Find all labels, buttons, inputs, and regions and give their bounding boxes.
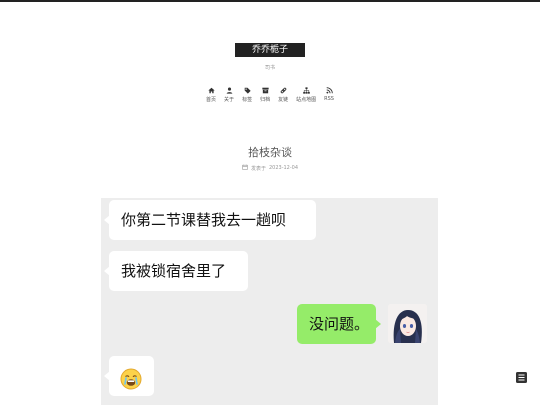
anime-girl-avatar — [388, 304, 427, 343]
chat-bubble-left: 我被锁宿舍里了 — [104, 251, 248, 291]
chat-bubble-left: 你第二节课替我去一趟呗 — [104, 200, 316, 240]
nav-item-tags[interactable]: 标签 — [242, 86, 252, 103]
rss-icon — [326, 86, 333, 94]
post-date: 2023-12-04 — [268, 165, 299, 171]
chat-screenshot: 你第二节课替我去一趟呗 我被锁宿舍里了 没问题。 — [101, 198, 438, 405]
site-title[interactable]: 乔乔栀子 — [235, 43, 305, 57]
link-icon — [280, 86, 287, 94]
chat-bubble-left — [104, 356, 154, 396]
nav-item-rss[interactable]: RSS — [324, 86, 334, 103]
nav-label: 站点地图 — [296, 97, 317, 103]
tag-icon — [244, 86, 251, 94]
nav-label: 关于 — [224, 97, 235, 103]
crying-face-icon — [120, 365, 142, 405]
site-subtitle: 司书 — [264, 65, 275, 71]
user-icon — [226, 86, 233, 94]
sitemap-icon — [302, 86, 310, 94]
post-meta: 发表于 2023-12-04 — [0, 164, 540, 172]
nav-label: 首页 — [206, 97, 217, 103]
main-nav: 首页 关于 标签 归档 友链 站点地图 RSS — [0, 86, 540, 103]
top-border — [0, 0, 540, 2]
chat-bubble-right: 没问题。 — [297, 304, 381, 344]
nav-item-sitemap[interactable]: 站点地图 — [296, 86, 316, 103]
calendar-icon — [242, 164, 248, 172]
toc-button[interactable] — [516, 368, 527, 383]
nav-label: 友链 — [278, 97, 289, 103]
post-meta-label: 发表于 — [250, 165, 266, 172]
nav-item-home[interactable]: 首页 — [206, 86, 216, 103]
nav-item-archive[interactable]: 归档 — [260, 86, 270, 103]
nav-label: 标签 — [242, 97, 253, 103]
nav-label: 归档 — [260, 97, 271, 103]
list-icon — [516, 368, 527, 387]
nav-item-links[interactable]: 友链 — [278, 86, 288, 103]
post-title: 拾枝杂谈 — [248, 146, 292, 159]
home-icon — [207, 86, 215, 94]
archive-icon — [261, 86, 269, 94]
nav-item-about[interactable]: 关于 — [224, 86, 234, 103]
nav-label: RSS — [324, 96, 334, 102]
